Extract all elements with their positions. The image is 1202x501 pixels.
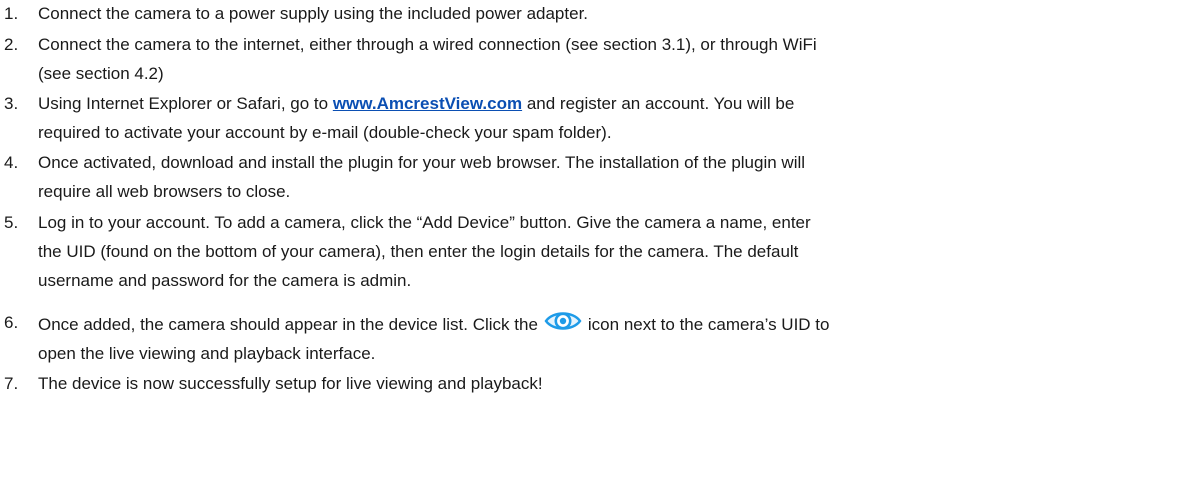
step-line: Using Internet Explorer or Safari, go to… — [38, 89, 1198, 118]
step-number: 3. — [4, 94, 19, 113]
step-text: Log in to your account. To add a camera,… — [38, 208, 1198, 295]
step-number: 2. — [4, 35, 19, 54]
step-number: 7. — [4, 374, 19, 393]
step-line: The device is now successfully setup for… — [38, 374, 543, 393]
step-text: Connect the camera to a power supply usi… — [38, 0, 1198, 28]
step-text-fragment: Using Internet Explorer or Safari, go to — [38, 94, 333, 113]
step-number: 6. — [4, 313, 19, 332]
step-line: Once added, the camera should appear in … — [38, 308, 1198, 339]
step-line: Connect the camera to the internet, eith… — [38, 35, 817, 54]
step-line: (see section 4.2) — [38, 64, 164, 83]
step-line: Log in to your account. To add a camera,… — [38, 213, 811, 232]
step-text: Once added, the camera should appear in … — [38, 308, 1198, 368]
step-number: 1. — [4, 4, 19, 23]
step-line: require all web browsers to close. — [38, 182, 291, 201]
step-line: required to activate your account by e-m… — [38, 123, 612, 142]
step-line: open the live viewing and playback inter… — [38, 344, 376, 363]
step-number: 5. — [4, 213, 19, 232]
step-text: Once activated, download and install the… — [38, 148, 1198, 206]
step-text-fragment: icon next to the camera’s UID to — [587, 315, 830, 334]
eye-icon — [544, 312, 582, 330]
step-text-fragment: Once added, the camera should appear in … — [38, 315, 538, 334]
amcrestview-link[interactable]: www.AmcrestView.com — [333, 94, 522, 113]
step-line: the UID (found on the bottom of your cam… — [38, 242, 799, 261]
step-line: username and password for the camera is … — [38, 271, 412, 290]
step-text: Connect the camera to the internet, eith… — [38, 30, 1198, 88]
step-text: Using Internet Explorer or Safari, go to… — [38, 89, 1198, 147]
step-text-fragment: and register an account. You will be — [522, 94, 795, 113]
step-line: Once activated, download and install the… — [38, 153, 806, 172]
step-number: 4. — [4, 153, 19, 172]
step-line: Connect the camera to a power supply usi… — [38, 4, 589, 23]
step-text: The device is now successfully setup for… — [38, 369, 1198, 398]
